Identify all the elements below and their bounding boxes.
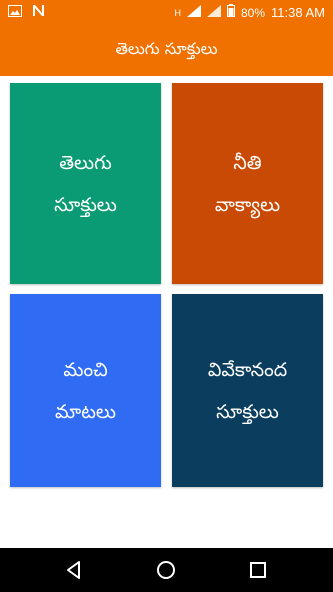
tile-label-line1: తెలుగు	[59, 151, 112, 174]
clock: 11:38 AM	[271, 4, 325, 20]
signal-icon	[187, 4, 201, 21]
app-bar: తెలుగు సూక్తులు	[0, 24, 333, 76]
tile-label-line1: మంచి	[63, 358, 108, 381]
tile-vivekananda-sukthulu[interactable]: వివేకానంద సూక్తులు	[172, 294, 323, 487]
signal-icon-2	[207, 4, 221, 21]
recents-icon[interactable]	[246, 558, 270, 582]
tile-label-line1: నీతి	[233, 151, 262, 174]
tile-label-line2: వాక్యాలు	[214, 193, 281, 216]
tile-label-line2: మాటలు	[55, 400, 116, 423]
image-notification-icon	[8, 4, 22, 20]
tile-label-line1: వివేకానంద	[207, 358, 288, 381]
tile-manchi-matalu[interactable]: మంచి మాటలు	[10, 294, 161, 487]
app-title: తెలుగు సూక్తులు	[115, 38, 218, 58]
tile-label-line2: సూక్తులు	[54, 193, 117, 216]
n-notification-icon	[32, 4, 45, 20]
battery-percent: 80%	[241, 5, 266, 20]
status-bar: H 80% 11:38 AM	[0, 0, 333, 24]
battery-icon	[227, 4, 235, 21]
tile-label-line2: సూక్తులు	[216, 400, 279, 423]
tile-telugu-sukthulu[interactable]: తెలుగు సూక్తులు	[10, 83, 161, 284]
home-icon[interactable]	[154, 558, 178, 582]
network-type-label: H	[174, 7, 182, 18]
back-icon[interactable]	[62, 558, 86, 582]
tile-neeti-vakyalu[interactable]: నీతి వాక్యాలు	[172, 83, 323, 284]
navigation-bar	[0, 548, 333, 592]
